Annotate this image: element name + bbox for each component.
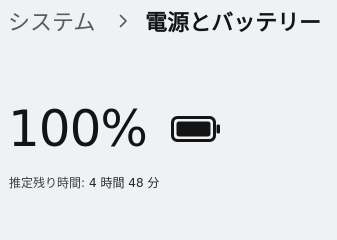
battery-status: 100% [8, 98, 221, 160]
page-title: 電源とバッテリー [145, 11, 322, 36]
battery-full-icon [170, 116, 221, 142]
battery-percentage: 100% [8, 100, 148, 158]
breadcrumb: システム 電源とバッテリー [8, 4, 321, 38]
estimated-remaining-time: 推定残り時間: 4 時間 48 分 [9, 174, 159, 191]
remaining-time-label: 推定残り時間: [9, 176, 86, 190]
breadcrumb-parent-system[interactable]: システム [8, 5, 95, 37]
remaining-time-value: 4 時間 48 分 [89, 176, 160, 190]
battery-level-fill [176, 121, 211, 137]
chevron-right-icon [115, 13, 131, 29]
